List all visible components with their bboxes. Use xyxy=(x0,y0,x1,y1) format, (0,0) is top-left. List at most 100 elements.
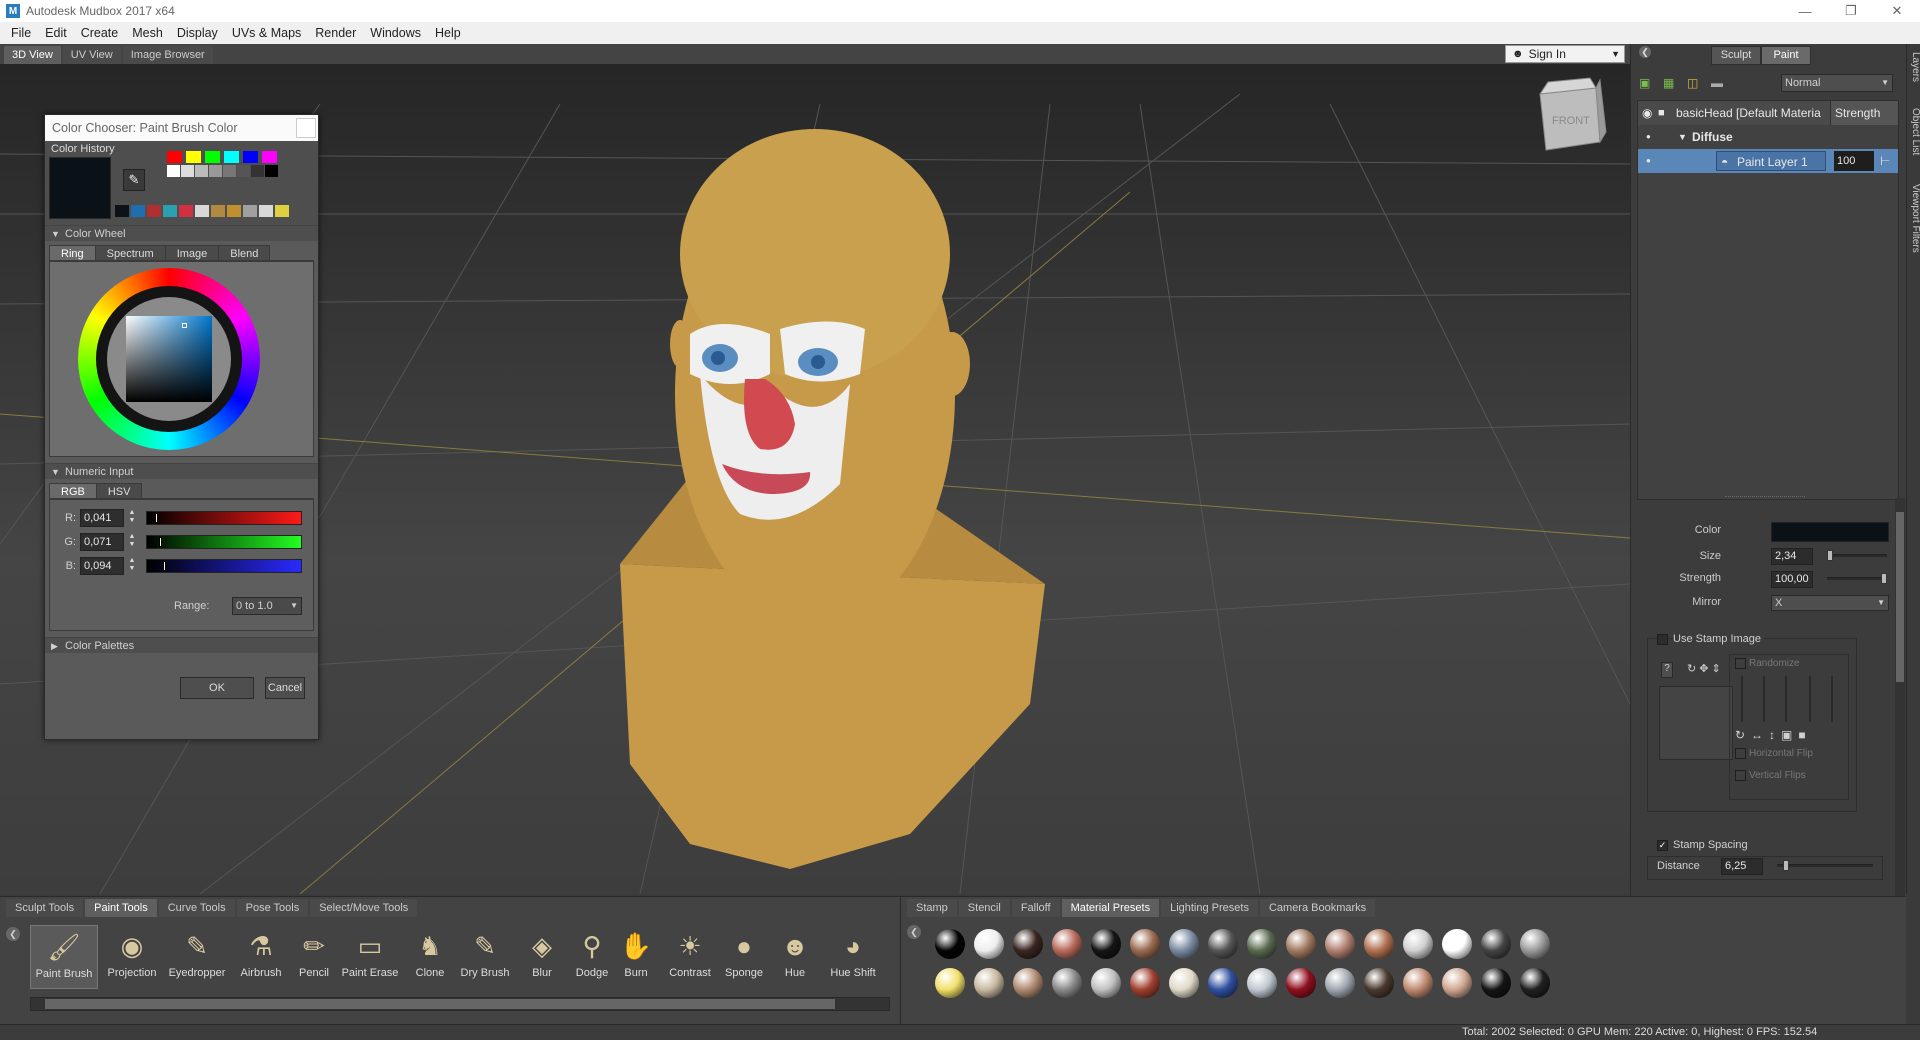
material-preset-sphere[interactable] xyxy=(1208,929,1238,959)
stamp-rotate-icons[interactable]: ↻ ✥ ⇕ xyxy=(1687,662,1721,675)
material-preset-sphere[interactable] xyxy=(1364,929,1394,959)
vertical-flips-checkbox[interactable] xyxy=(1735,770,1746,781)
scrollbar-thumb[interactable] xyxy=(45,999,835,1009)
material-preset-sphere[interactable] xyxy=(1052,968,1082,998)
material-preset-sphere[interactable] xyxy=(974,968,1004,998)
history-swatch[interactable] xyxy=(115,205,129,217)
panel-collapse-icon[interactable]: ❮ xyxy=(1639,46,1651,58)
history-swatch[interactable] xyxy=(186,151,201,163)
mirror-dropdown[interactable]: X ▼ xyxy=(1771,595,1889,611)
blend-mode-dropdown[interactable]: Normal ▼ xyxy=(1781,74,1893,92)
eye-icon[interactable]: ● xyxy=(1646,125,1651,149)
tab-3d-view[interactable]: 3D View xyxy=(4,46,61,64)
horizontal-flip-checkbox[interactable] xyxy=(1735,748,1746,759)
tab-spectrum[interactable]: Spectrum xyxy=(94,245,166,260)
material-preset-sphere[interactable] xyxy=(1013,968,1043,998)
history-swatch[interactable] xyxy=(259,205,273,217)
material-preset-sphere[interactable] xyxy=(1286,929,1316,959)
history-swatch[interactable] xyxy=(223,165,236,177)
green-slider-knob[interactable] xyxy=(159,537,163,547)
tool-dodge[interactable]: ⚲ Dodge xyxy=(574,925,610,989)
red-slider-knob[interactable] xyxy=(154,513,158,523)
duplicate-layer-icon[interactable]: ▦ xyxy=(1663,76,1677,90)
green-value-field[interactable]: 0,071 xyxy=(80,533,124,551)
red-slider[interactable] xyxy=(146,511,302,525)
material-preset-sphere[interactable] xyxy=(1130,929,1160,959)
stamp-transform-icons[interactable]: ↻↔↕▣■ xyxy=(1735,728,1812,742)
menu-create[interactable]: Create xyxy=(74,22,126,44)
tool-clone[interactable]: ♞ Clone xyxy=(410,925,450,989)
tool-pencil[interactable]: ✏ Pencil xyxy=(292,925,336,989)
saturation-value-square[interactable] xyxy=(126,316,212,402)
shelf-scroll-left-icon[interactable]: ❮ xyxy=(907,925,921,939)
blue-slider-knob[interactable] xyxy=(162,561,166,571)
layer-object-row[interactable]: ◉ ■ basicHead [Default Materia Strength xyxy=(1638,101,1898,125)
material-preset-sphere[interactable] xyxy=(1442,929,1472,959)
history-swatch[interactable] xyxy=(243,151,258,163)
history-swatch[interactable] xyxy=(179,205,193,217)
color-picker-marker[interactable] xyxy=(182,323,187,328)
material-preset-sphere[interactable] xyxy=(1247,968,1277,998)
tab-curve-tools[interactable]: Curve Tools xyxy=(158,899,235,917)
history-swatch[interactable] xyxy=(209,165,222,177)
menu-uvs-maps[interactable]: UVs & Maps xyxy=(225,22,308,44)
distance-field[interactable]: 6,25 xyxy=(1721,858,1763,875)
randomize-sliders[interactable] xyxy=(1739,676,1839,722)
history-swatch[interactable] xyxy=(275,205,289,217)
tab-rgb[interactable]: RGB xyxy=(49,483,97,498)
material-preset-sphere[interactable] xyxy=(1013,929,1043,959)
material-preset-sphere[interactable] xyxy=(1325,968,1355,998)
tool-eyedropper[interactable]: ✎ Eyedropper xyxy=(164,925,230,989)
material-preset-sphere[interactable] xyxy=(1247,929,1277,959)
minimize-icon[interactable]: — xyxy=(1782,0,1828,22)
material-preset-sphere[interactable] xyxy=(1403,929,1433,959)
history-swatch[interactable] xyxy=(211,205,225,217)
red-spinner-icon[interactable]: ▲ ▼ xyxy=(126,509,138,527)
folder-icon[interactable]: ◫ xyxy=(1687,76,1701,90)
tab-image-browser[interactable]: Image Browser xyxy=(122,46,213,64)
tool-airbrush[interactable]: ⚗ Airbrush xyxy=(236,925,286,989)
eye-icon[interactable]: ◉ xyxy=(1642,101,1652,125)
history-swatch[interactable] xyxy=(167,165,180,177)
history-swatch[interactable] xyxy=(147,205,161,217)
material-preset-sphere[interactable] xyxy=(1091,929,1121,959)
history-swatch[interactable] xyxy=(243,205,257,217)
tab-hsv[interactable]: HSV xyxy=(95,483,143,498)
layer-strength-field[interactable]: 100 xyxy=(1834,151,1874,171)
material-preset-sphere[interactable] xyxy=(1052,929,1082,959)
viewcube[interactable]: FRONT xyxy=(1538,77,1607,151)
panel-splitter[interactable] xyxy=(1725,496,1805,502)
eyedropper-icon[interactable]: ✎ xyxy=(123,169,145,191)
tab-stamp[interactable]: Stamp xyxy=(907,899,957,917)
green-spinner-icon[interactable]: ▲ ▼ xyxy=(126,533,138,551)
material-preset-sphere[interactable] xyxy=(1169,968,1199,998)
tab-image[interactable]: Image xyxy=(164,245,220,260)
sign-in-button[interactable]: ☻ Sign In ▼ xyxy=(1505,45,1625,63)
dialog-title-bar[interactable]: Color Chooser: Paint Brush Color xyxy=(45,115,318,141)
eye-icon[interactable]: ● xyxy=(1646,149,1651,173)
history-swatch[interactable] xyxy=(251,165,264,177)
cancel-button[interactable]: Cancel xyxy=(265,677,305,699)
material-preset-sphere[interactable] xyxy=(974,929,1004,959)
tool-contrast[interactable]: ☀ Contrast xyxy=(666,925,714,989)
blue-value-field[interactable]: 0,094 xyxy=(80,557,124,575)
material-preset-sphere[interactable] xyxy=(1169,929,1199,959)
stamp-preview[interactable] xyxy=(1659,686,1733,760)
distance-slider[interactable] xyxy=(1777,864,1873,867)
channel-row-diffuse[interactable]: ● ▼ Diffuse xyxy=(1638,125,1828,149)
history-swatch[interactable] xyxy=(224,151,239,163)
dialog-close-button[interactable] xyxy=(296,118,316,138)
shelf-scroll-left-icon[interactable]: ❮ xyxy=(6,927,20,941)
material-preset-sphere[interactable] xyxy=(1520,929,1550,959)
tab-object-list[interactable]: Object List xyxy=(1907,108,1920,155)
distance-slider-knob[interactable] xyxy=(1783,860,1789,871)
color-wheel-section-header[interactable]: ▼ Color Wheel xyxy=(45,225,318,241)
help-icon[interactable]: ? xyxy=(1661,662,1673,678)
history-swatch[interactable] xyxy=(227,205,241,217)
size-slider-knob[interactable] xyxy=(1827,550,1833,561)
tab-stencil[interactable]: Stencil xyxy=(958,899,1010,917)
history-swatch[interactable] xyxy=(205,151,220,163)
properties-scrollbar[interactable] xyxy=(1895,498,1905,898)
maximize-icon[interactable]: ❐ xyxy=(1828,0,1874,22)
menu-windows[interactable]: Windows xyxy=(363,22,428,44)
